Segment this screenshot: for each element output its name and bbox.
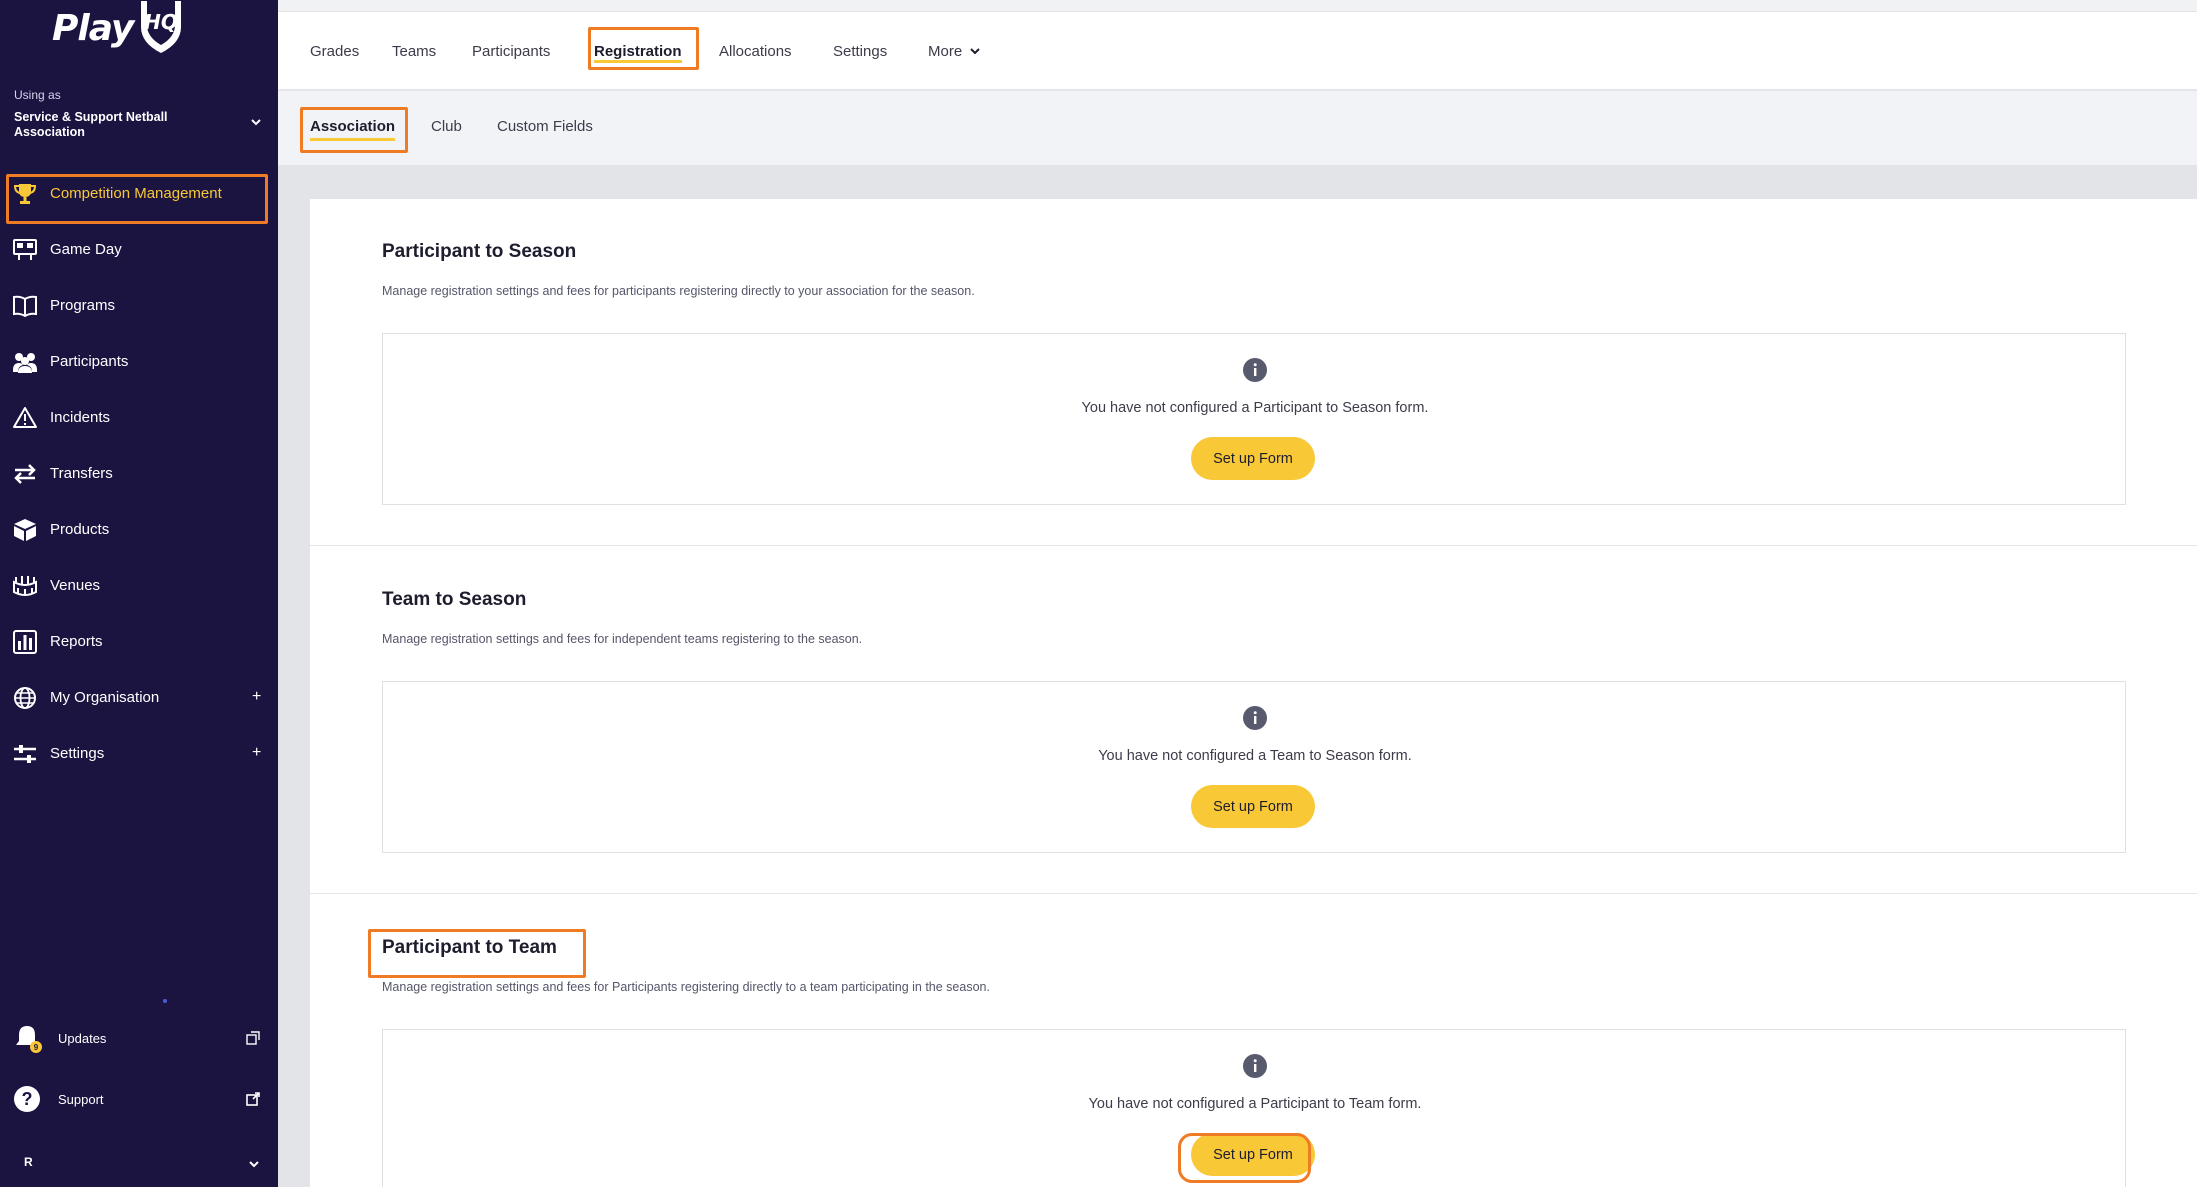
stadium-icon	[13, 576, 37, 596]
help-icon: ?	[14, 1086, 40, 1112]
sidebar-item-label: Reports	[50, 632, 103, 650]
support-label: Support	[58, 1091, 104, 1107]
registration-content: Participant to Season Manage registratio…	[310, 199, 2197, 1187]
sidebar-item-products[interactable]: Products	[0, 506, 278, 552]
info-icon	[1243, 1054, 1267, 1078]
section-description: Manage registration settings and fees fo…	[382, 284, 975, 298]
logo-badge-text: HQ	[145, 10, 179, 34]
main-area: Grades Teams Participants Registration A…	[278, 0, 2197, 1187]
tab-more[interactable]: More	[928, 12, 981, 90]
tab-teams[interactable]: Teams	[392, 12, 436, 90]
sidebar-support[interactable]: ? Support	[0, 1079, 278, 1119]
info-icon	[1243, 706, 1267, 730]
sidebar-item-settings[interactable]: Settings +	[0, 730, 278, 776]
sidebar-item-game-day[interactable]: Game Day	[0, 226, 278, 272]
logo-shield-icon: HQ	[141, 1, 182, 53]
warning-icon	[13, 407, 37, 428]
tab-more-label: More	[928, 42, 963, 60]
loading-dot	[163, 999, 167, 1003]
form-status-message: You have not configured a Team to Season…	[1098, 748, 1412, 764]
using-as-label: Using as	[14, 88, 61, 102]
sidebar-item-label: Programs	[50, 296, 116, 314]
box-icon	[14, 519, 36, 541]
book-icon	[13, 295, 37, 318]
sidebar-item-venues[interactable]: Venues	[0, 562, 278, 608]
bar-chart-icon	[13, 630, 37, 654]
set-up-form-button[interactable]: Set up Form	[1191, 785, 1315, 828]
section-description: Manage registration settings and fees fo…	[382, 632, 863, 646]
section-title: Participant to Team	[382, 937, 557, 958]
sidebar-item-label: Settings	[50, 744, 105, 762]
sidebar: Play HQ Using as Service & Support Netba…	[0, 0, 278, 1187]
playhq-logo[interactable]: Play HQ	[52, 0, 187, 56]
top-tab-nav: Grades Teams Participants Registration A…	[278, 12, 2197, 90]
sidebar-item-participants[interactable]: Participants	[0, 338, 278, 384]
user-avatar-initial[interactable]: R	[24, 1155, 33, 1169]
sidebar-item-label: Transfers	[50, 464, 113, 482]
info-icon	[1243, 358, 1267, 382]
sidebar-item-competition-management[interactable]: Competition Management	[0, 170, 278, 216]
people-icon	[13, 353, 37, 373]
sidebar-item-label: Game Day	[50, 240, 122, 258]
svg-text:?: ?	[22, 1089, 33, 1109]
sidebar-item-label: Products	[50, 520, 110, 538]
sidebar-item-label: My Organisation	[50, 688, 160, 706]
updates-badge-count: 9	[34, 1043, 39, 1052]
external-link-icon[interactable]	[246, 1092, 260, 1106]
set-up-form-button[interactable]: Set up Form	[1191, 437, 1315, 480]
organisation-name[interactable]: Service & Support Netball Association	[14, 110, 224, 140]
form-status-message: You have not configured a Participant to…	[1088, 1096, 1422, 1112]
user-menu-chevron-down-icon[interactable]	[248, 1158, 260, 1170]
form-status-message: You have not configured a Participant to…	[1081, 400, 1429, 416]
top-strip	[278, 0, 2197, 12]
org-switcher-chevron-down-icon[interactable]	[250, 116, 262, 128]
expand-plus-icon[interactable]: +	[252, 744, 261, 762]
sidebar-item-transfers[interactable]: Transfers	[0, 450, 278, 496]
tab-allocations[interactable]: Allocations	[719, 12, 792, 90]
sidebar-updates[interactable]: 9 Updates	[0, 1018, 278, 1058]
tab-participants[interactable]: Participants	[472, 12, 550, 90]
form-status-card: You have not configured a Participant to…	[382, 333, 2126, 505]
sidebar-item-label: Incidents	[50, 408, 111, 426]
sidebar-item-programs[interactable]: Programs	[0, 282, 278, 328]
tab-registration[interactable]: Registration	[594, 12, 682, 90]
sidebar-item-my-organisation[interactable]: My Organisation +	[0, 674, 278, 720]
logo-text: Play	[52, 7, 134, 49]
form-status-card: You have not configured a Participant to…	[382, 1029, 2126, 1187]
chevron-down-icon	[970, 48, 980, 55]
trophy-icon	[13, 184, 37, 204]
subtab-association[interactable]: Association	[310, 91, 396, 161]
section-title: Team to Season	[382, 589, 527, 610]
globe-icon	[14, 687, 36, 709]
transfer-arrows-icon	[14, 464, 36, 484]
sidebar-item-label: Competition Management	[50, 184, 222, 202]
sidebar-item-reports[interactable]: Reports	[0, 618, 278, 664]
tab-grades[interactable]: Grades	[310, 12, 359, 90]
popout-icon[interactable]	[246, 1031, 260, 1045]
sidebar-item-label: Venues	[50, 576, 101, 594]
subtab-club[interactable]: Club	[431, 91, 462, 161]
sub-tab-nav: Association Club Custom Fields	[278, 91, 2197, 165]
subtab-custom-fields[interactable]: Custom Fields	[497, 91, 593, 161]
updates-label: Updates	[58, 1030, 107, 1046]
tab-settings[interactable]: Settings	[833, 12, 887, 90]
scoreboard-icon	[13, 239, 37, 260]
expand-plus-icon[interactable]: +	[252, 688, 261, 706]
sliders-icon	[14, 745, 36, 763]
section-description: Manage registration settings and fees fo…	[382, 980, 990, 994]
bell-icon: 9	[16, 1026, 42, 1053]
section-divider	[310, 545, 2197, 546]
form-status-card: You have not configured a Team to Season…	[382, 681, 2126, 853]
section-divider	[310, 893, 2197, 894]
section-title: Participant to Season	[382, 241, 577, 262]
sidebar-item-label: Participants	[50, 352, 129, 370]
sidebar-item-incidents[interactable]: Incidents	[0, 394, 278, 440]
set-up-form-button[interactable]: Set up Form	[1191, 1133, 1315, 1176]
